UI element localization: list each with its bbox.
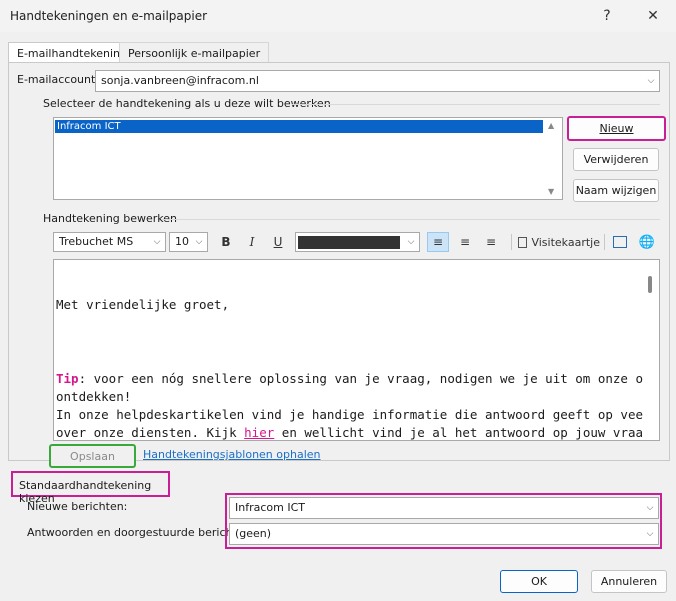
body-line: over onze diensten. Kijk hier en wellich… (56, 425, 658, 440)
chevron-down-icon: ⌵ (407, 237, 415, 247)
save-button[interactable]: Opslaan (49, 444, 136, 468)
rename-button[interactable]: Naam wijzigen (573, 179, 659, 202)
replies-value: (geen) (235, 527, 272, 540)
insert-hyperlink-button[interactable]: 🌐 (637, 232, 657, 252)
cancel-button[interactable]: Annuleren (591, 570, 667, 593)
chevron-down-icon: ⌵ (646, 503, 654, 513)
scroll-thumb[interactable] (648, 276, 652, 293)
chevron-down-icon: ⌵ (647, 76, 655, 86)
close-button[interactable]: ✕ (630, 0, 676, 32)
email-account-label: E-mailaccount: (17, 73, 100, 86)
bold-icon: B (221, 235, 231, 249)
tip-line: Tip: voor een nóg snellere oplossing van… (56, 371, 659, 386)
rename-button-label: Naam wijzigen (575, 184, 657, 197)
font-family-select[interactable]: Trebuchet MS ⌵ (53, 232, 166, 252)
italic-button[interactable]: I (242, 232, 262, 252)
default-signature-title-box: Standaardhandtekening kiezen (11, 471, 170, 505)
scroll-down-icon[interactable]: ▼ (548, 187, 554, 196)
underline-icon: U (273, 235, 283, 249)
picture-icon (613, 236, 627, 248)
signature-list[interactable]: Infracom ICT ▲ ▼ (53, 117, 563, 200)
font-color-select[interactable]: ⌵ (295, 232, 420, 252)
tab-personal-stationery[interactable]: Persoonlijk e-mailpapier (119, 42, 270, 63)
chevron-down-icon: ⌵ (195, 237, 203, 247)
list-item-selected[interactable]: Infracom ICT (55, 120, 543, 133)
chevron-down-icon: ⌵ (646, 529, 654, 539)
group-divider (292, 104, 660, 105)
toolbar-divider (511, 234, 512, 250)
font-size-value: 10 (175, 235, 189, 248)
bold-button[interactable]: B (216, 232, 236, 252)
align-center-icon: ≡ (459, 235, 471, 249)
underline-button[interactable]: U (268, 232, 288, 252)
delete-button-label: Verwijderen (583, 153, 649, 166)
close-icon: ✕ (647, 8, 659, 24)
body-line: In onze helpdeskartikelen vind je handig… (56, 407, 659, 422)
help-icon: ? (603, 8, 611, 24)
tip-label: Tip (56, 371, 79, 386)
business-card-button[interactable]: Visitekaartje (518, 232, 600, 252)
window-title: Handtekeningen en e-mailpapier (10, 9, 208, 23)
new-messages-value: Infracom ICT (235, 501, 305, 514)
select-signature-label: Selecteer de handtekening als u deze wil… (43, 97, 331, 110)
chevron-down-icon: ⌵ (153, 237, 161, 247)
color-swatch (298, 236, 400, 249)
group-divider (162, 219, 660, 220)
font-family-value: Trebuchet MS (59, 235, 134, 248)
ok-button[interactable]: OK (500, 570, 578, 593)
insert-picture-button[interactable] (610, 232, 630, 252)
here-link[interactable]: hier (244, 425, 274, 440)
body-line: ontdekken! (56, 389, 132, 404)
email-account-value: sonja.vanbreen@infracom.nl (101, 74, 259, 87)
title-bar: Handtekeningen en e-mailpapier ? ✕ (0, 0, 676, 32)
globe-link-icon: 🌐 (638, 234, 656, 250)
new-button-label: Nieuw (599, 122, 634, 135)
editor-scrollbar[interactable] (643, 260, 659, 440)
greeting-text: Met vriendelijke groet, (56, 297, 230, 312)
align-right-button[interactable]: ≡ (480, 232, 502, 252)
new-messages-select[interactable]: Infracom ICT ⌵ (229, 497, 659, 519)
edit-signature-label: Handtekening bewerken (43, 212, 178, 225)
replies-label: Antwoorden en doorgestuurde berichten: (27, 526, 255, 539)
tab-email-signature[interactable]: E-mailhandtekening (8, 42, 136, 63)
email-account-select[interactable]: sonja.vanbreen@infracom.nl ⌵ (95, 70, 660, 92)
tab-label: E-mailhandtekening (17, 46, 127, 60)
align-left-icon: ≡ (432, 235, 444, 249)
help-button[interactable]: ? (584, 0, 630, 32)
toolbar-divider (604, 234, 605, 250)
scroll-up-icon[interactable]: ▲ (548, 121, 554, 130)
align-right-icon: ≡ (485, 235, 497, 249)
replies-select[interactable]: (geen) ⌵ (229, 523, 659, 545)
cancel-button-label: Annuleren (600, 575, 658, 588)
font-size-select[interactable]: 10 ⌵ (169, 232, 208, 252)
ok-button-label: OK (531, 575, 547, 588)
business-card-icon (518, 236, 528, 248)
align-center-button[interactable]: ≡ (454, 232, 476, 252)
italic-icon: I (249, 235, 255, 249)
new-messages-label: Nieuwe berichten: (27, 500, 128, 513)
tab-label: Persoonlijk e-mailpapier (128, 46, 261, 60)
new-button[interactable]: Nieuw (567, 116, 666, 141)
list-scrollbar[interactable]: ▲ ▼ (545, 119, 561, 198)
signature-templates-link[interactable]: Handtekeningsjablonen ophalen (143, 448, 321, 461)
save-button-label: Opslaan (70, 449, 115, 463)
align-left-button[interactable]: ≡ (427, 232, 449, 252)
business-card-label: Visitekaartje (531, 235, 600, 249)
delete-button[interactable]: Verwijderen (573, 148, 659, 171)
body-text: over onze diensten. Kijk (56, 425, 245, 440)
body-text: en wellicht vind je al het antwoord op j… (274, 425, 659, 440)
signature-editor[interactable]: Met vriendelijke groet, Tip: voor een nó… (53, 259, 660, 441)
tip-text: : voor een nóg snellere oplossing van je… (78, 371, 659, 386)
